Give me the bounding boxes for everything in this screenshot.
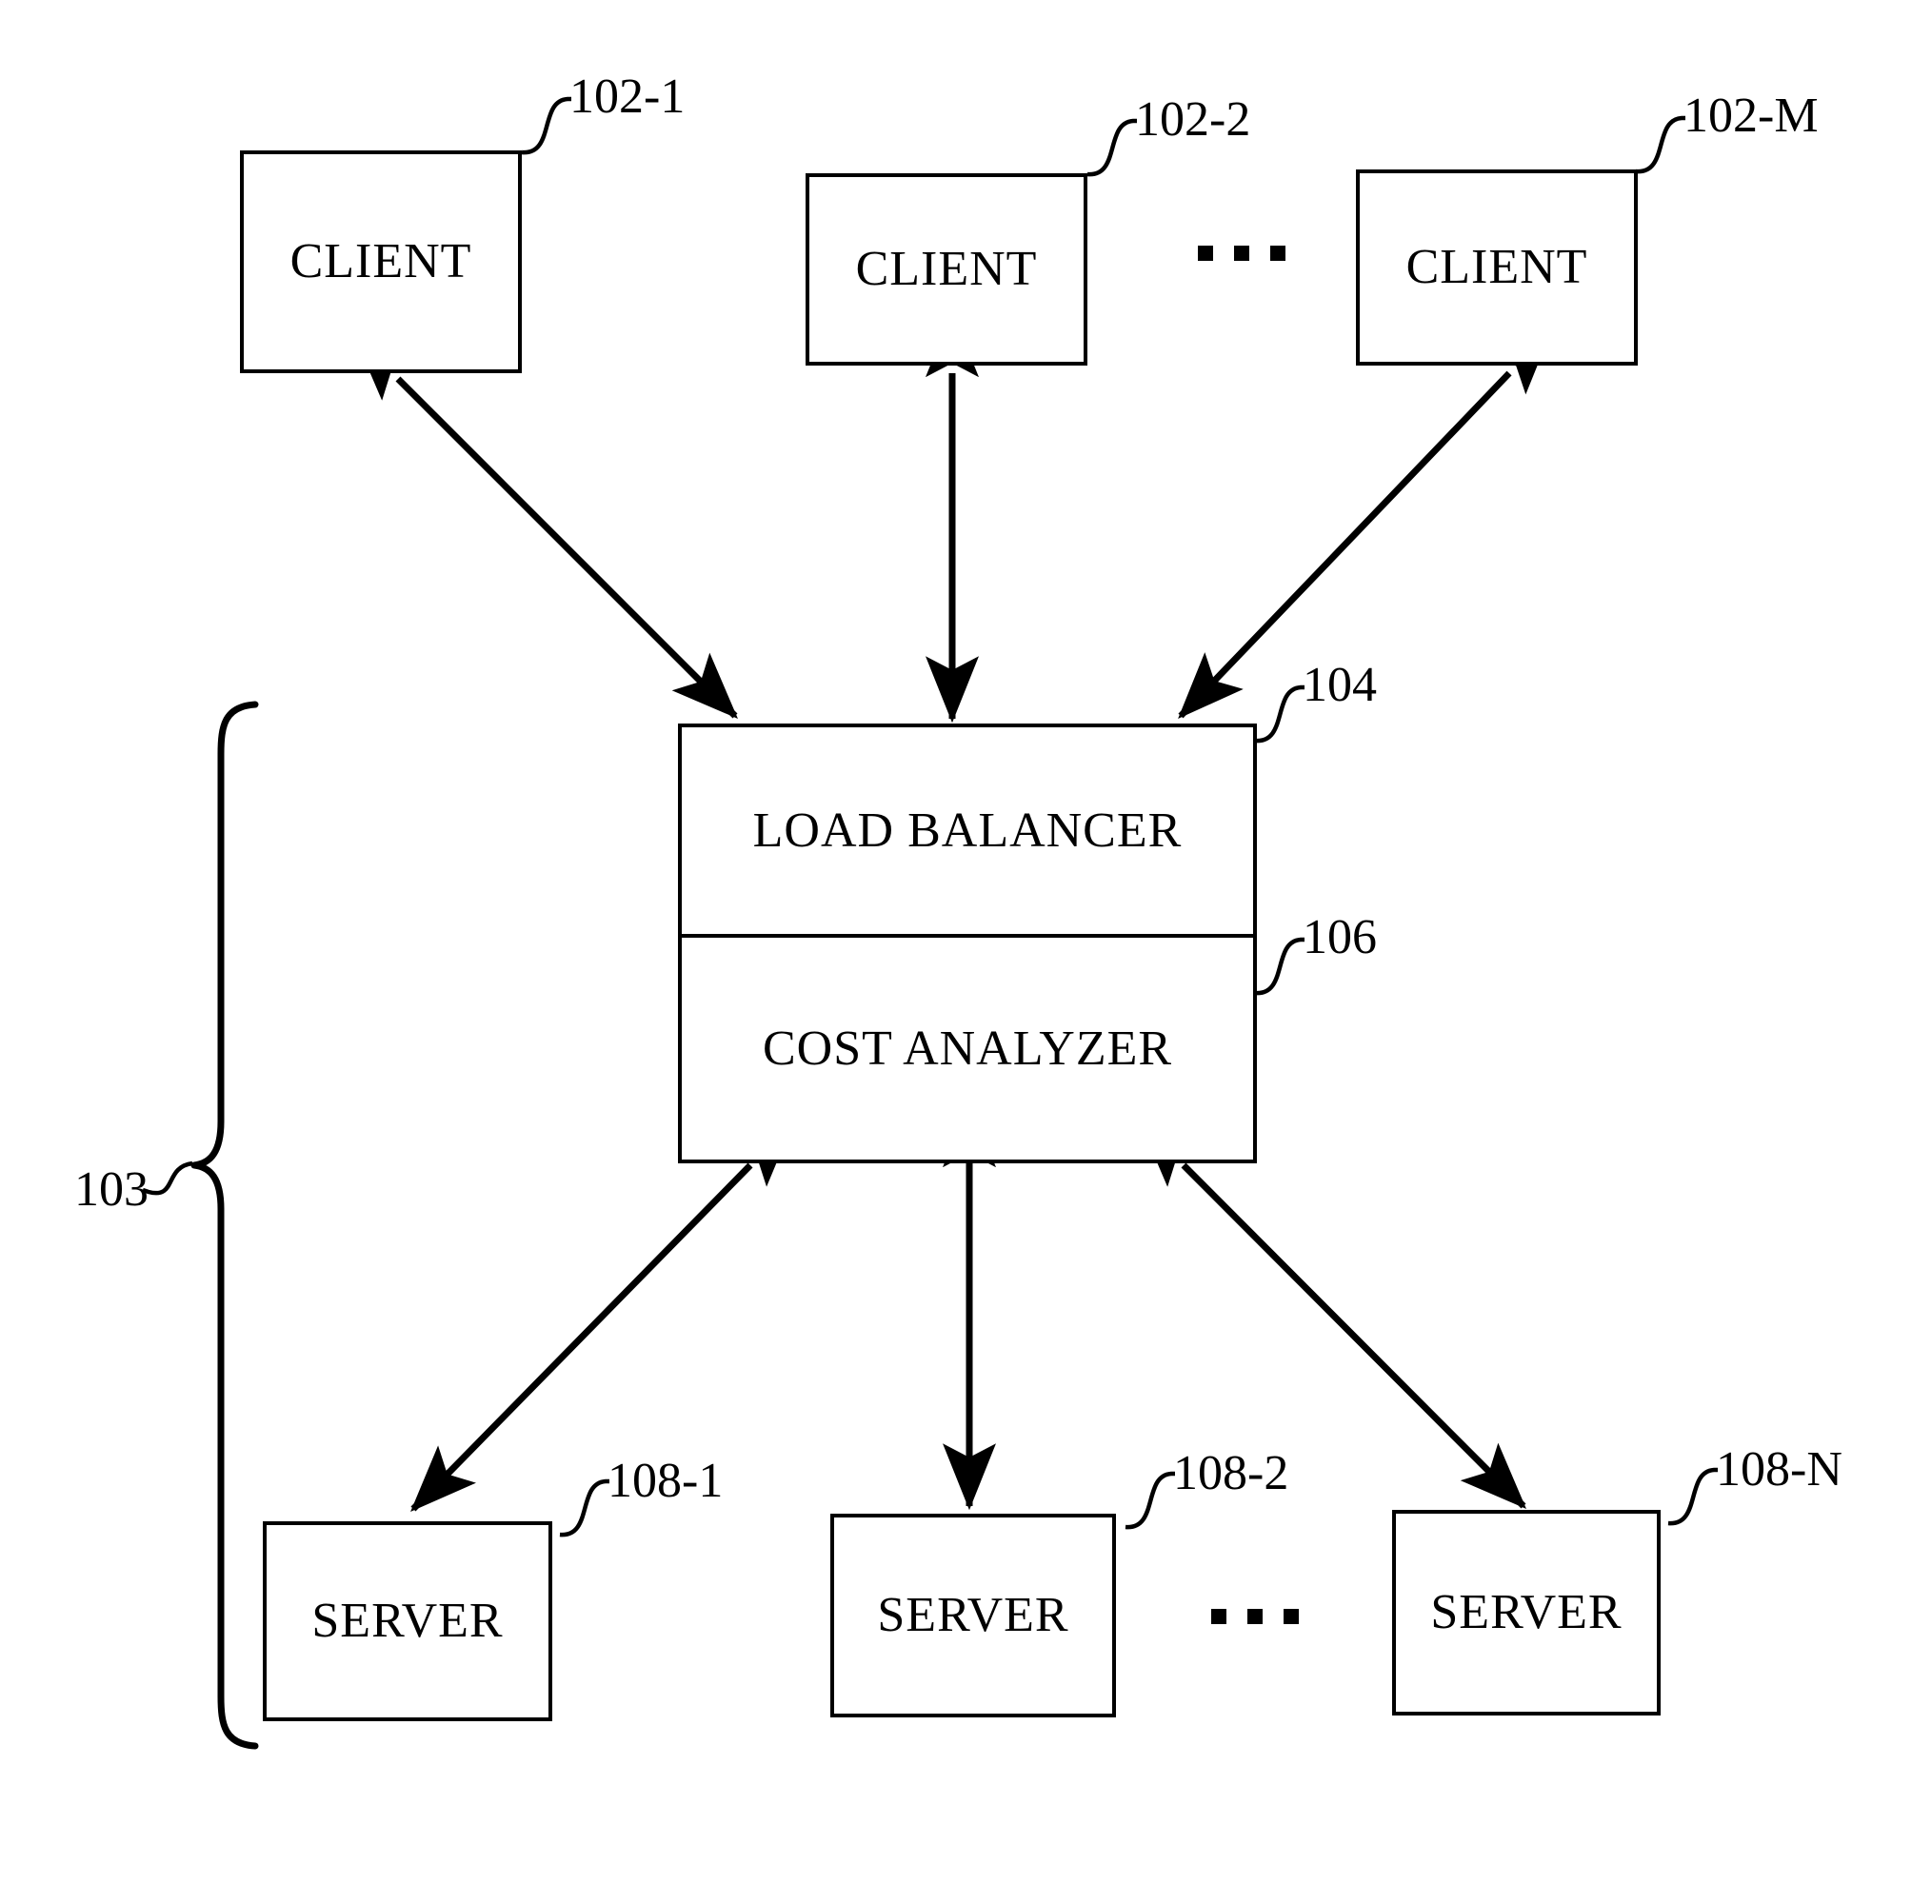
ref-label-103: 103 xyxy=(74,1162,149,1217)
ellipsis-dot xyxy=(1198,246,1213,261)
server-box-2[interactable]: SERVER xyxy=(830,1514,1116,1717)
ref-label-102-1: 102-1 xyxy=(569,69,686,124)
client-box-m[interactable]: CLIENT xyxy=(1356,169,1638,366)
leader-106 xyxy=(1254,937,1305,996)
ellipsis-dot xyxy=(1211,1609,1226,1624)
patent-figure: CLIENT 102-1 CLIENT 102-2 CLIENT 102-M L… xyxy=(0,0,1932,1904)
ellipsis-dot xyxy=(1270,246,1285,261)
cost-analyzer-section[interactable]: COST ANALYZER xyxy=(682,934,1253,1160)
link-client1-loadbalancer xyxy=(353,334,738,719)
client-box-2[interactable]: CLIENT xyxy=(806,173,1087,366)
ellipsis-dot xyxy=(1284,1609,1299,1624)
ref-label-106: 106 xyxy=(1303,910,1377,964)
system-bracket xyxy=(190,701,259,1750)
server-box-n[interactable]: SERVER xyxy=(1392,1510,1661,1716)
leader-108-2 xyxy=(1125,1471,1175,1530)
ref-label-102-2: 102-2 xyxy=(1135,92,1251,147)
client-box-2-label: CLIENT xyxy=(855,242,1038,296)
ref-label-108-N: 108-N xyxy=(1716,1442,1842,1497)
leader-102-2 xyxy=(1086,118,1137,177)
ref-label-108-1: 108-1 xyxy=(607,1454,724,1508)
cost-analyzer-label: COST ANALYZER xyxy=(762,1021,1173,1076)
ref-label-102-M: 102-M xyxy=(1683,89,1819,143)
leader-104 xyxy=(1254,684,1305,744)
ellipsis-dot xyxy=(1247,1609,1263,1624)
leader-108-N xyxy=(1667,1467,1718,1526)
ref-label-104: 104 xyxy=(1303,658,1377,712)
ref-label-108-2: 108-2 xyxy=(1173,1446,1289,1500)
server-box-2-label: SERVER xyxy=(877,1588,1069,1642)
server-box-n-label: SERVER xyxy=(1430,1585,1623,1639)
ellipsis-dot xyxy=(1234,246,1249,261)
load-balancer-section[interactable]: LOAD BALANCER xyxy=(682,727,1253,934)
client-box-1[interactable]: CLIENT xyxy=(240,150,522,373)
server-ellipsis xyxy=(1211,1609,1299,1624)
client-box-m-label: CLIENT xyxy=(1405,240,1588,294)
server-box-1[interactable]: SERVER xyxy=(263,1521,552,1721)
client-box-1-label: CLIENT xyxy=(289,234,472,288)
leader-102-M xyxy=(1635,115,1685,174)
server-box-1-label: SERVER xyxy=(311,1594,504,1648)
leader-102-1 xyxy=(521,96,571,155)
load-balancer-unit[interactable]: LOAD BALANCER COST ANALYZER xyxy=(678,724,1257,1163)
leader-108-1 xyxy=(559,1478,609,1537)
load-balancer-label: LOAD BALANCER xyxy=(752,803,1183,858)
client-ellipsis xyxy=(1198,246,1285,261)
leader-103 xyxy=(142,1160,193,1196)
